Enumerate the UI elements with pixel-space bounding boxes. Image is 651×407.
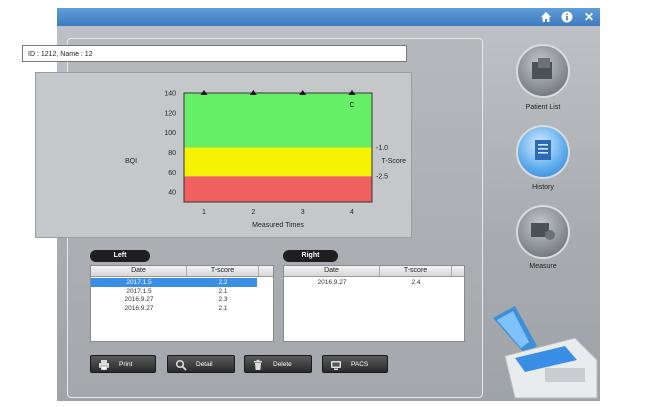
row-date: 2016.9.27 [124, 304, 154, 312]
y-tick-label: 140 [164, 91, 176, 98]
history-label: History [532, 184, 554, 191]
print-label: Print [119, 361, 133, 368]
row-tscore: 2.1 [218, 304, 228, 312]
right-section-label: Right [283, 250, 338, 262]
patient-list-icon [532, 58, 552, 79]
x-tick-label: 2 [251, 209, 255, 216]
table-row[interactable]: 2016.9.27 2.1 [91, 304, 257, 313]
patient-list-button[interactable] [516, 44, 570, 98]
right-header-tscore[interactable]: T-score [380, 266, 452, 276]
measure-icon [531, 223, 555, 240]
info-icon[interactable] [559, 9, 575, 25]
x-tick-label: 3 [301, 209, 305, 216]
right-table: Date T-score 2016.9.27 2.4 [283, 265, 465, 342]
y-tick-label: 40 [168, 190, 176, 197]
ultrasound-device-image [493, 306, 598, 399]
y-tick-label: 100 [164, 130, 176, 137]
print-button[interactable]: Print [90, 355, 156, 373]
history-button[interactable] [516, 125, 570, 179]
chart-band [184, 93, 372, 148]
left-table: Date T-score 2017.1.5 2.2 2017.1.5 2.1 2016.… [90, 265, 274, 342]
right-tick-label: -1.0 [376, 145, 388, 152]
patient-list-label: Patient List [525, 104, 561, 111]
x-axis-label: Measured Times [252, 222, 304, 229]
marker-label: C [349, 102, 354, 109]
left-header-date[interactable]: Date [91, 266, 187, 276]
measure-label: Measure [529, 263, 557, 270]
x-tick-label: 1 [202, 209, 206, 216]
trash-icon [254, 359, 262, 370]
y-axis-label: BQI [125, 158, 137, 165]
delete-button[interactable]: Delete [244, 355, 312, 373]
printer-icon [99, 360, 109, 371]
y-tick-label: 120 [164, 110, 176, 117]
row-date: 2016.9.27 [317, 279, 347, 286]
x-tick-label: 4 [350, 209, 354, 216]
chart-band [184, 176, 372, 202]
pacs-button[interactable]: PACS [322, 355, 388, 373]
row-tscore: 2.4 [411, 279, 421, 286]
pacs-label: PACS [351, 361, 369, 368]
left-header-tscore[interactable]: T-score [187, 266, 259, 276]
y-tick-label: 80 [168, 150, 176, 157]
bqi-chart: 140 120 100 80 60 40 1 2 3 4 Measured Times BQI T-Sc… [35, 72, 412, 238]
patient-id-field: ID : 1212, Name : 12 [22, 45, 407, 62]
detail-label: Detail [196, 361, 213, 368]
close-icon[interactable]: ✕ [581, 9, 597, 25]
right-axis-label: T-Score [381, 158, 406, 165]
measure-button[interactable] [516, 205, 570, 259]
history-icon [535, 140, 551, 160]
title-bar: ✕ [57, 8, 600, 26]
delete-label: Delete [273, 361, 292, 368]
detail-button[interactable]: Detail [167, 355, 235, 373]
right-header-date[interactable]: Date [284, 266, 380, 276]
left-section-label: Left [90, 250, 150, 262]
left-table-header: Date T-score [91, 266, 273, 277]
magnifier-icon [175, 359, 187, 371]
pacs-icon [331, 361, 341, 370]
right-tick-label: -2.5 [376, 174, 388, 181]
chart-svg: 140 120 100 80 60 40 1 2 3 4 Measured Times BQI T-Sc… [125, 90, 406, 229]
y-tick-label: 60 [168, 170, 176, 177]
table-row[interactable]: 2016.9.27 2.4 [284, 278, 464, 287]
right-table-header: Date T-score [284, 266, 464, 277]
home-icon[interactable] [538, 9, 554, 25]
chart-band [184, 147, 372, 177]
